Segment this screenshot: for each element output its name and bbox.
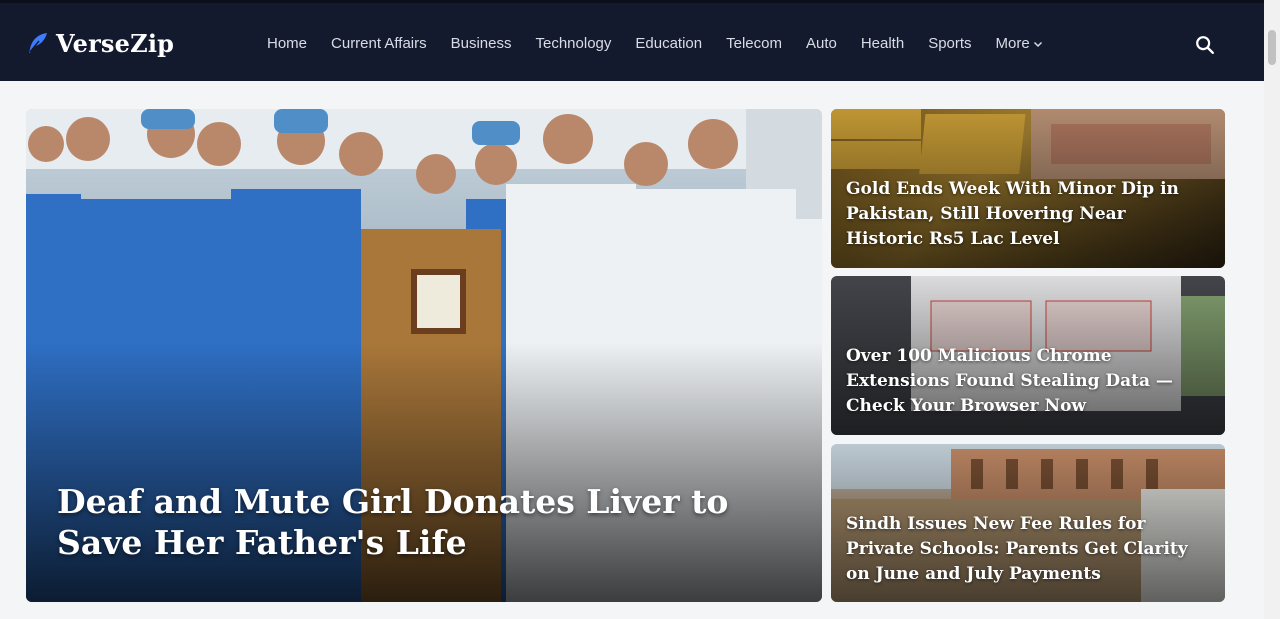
nav-more-label: More	[995, 35, 1030, 52]
side-story-title-gold[interactable]: Gold Ends Week With Minor Dip in Pakista…	[846, 177, 1197, 252]
side-story-card-gold[interactable]: Gold Ends Week With Minor Dip in Pakista…	[831, 109, 1225, 268]
side-story-card-chrome[interactable]: Over 100 Malicious Chrome Extensions Fou…	[831, 276, 1225, 435]
nav-item-business[interactable]: Business	[451, 35, 512, 52]
nav-item-education[interactable]: Education	[635, 35, 702, 52]
featured-story-card[interactable]: Deaf and Mute Girl Donates Liver to Save…	[26, 109, 822, 602]
scrollbar-thumb[interactable]	[1268, 30, 1276, 65]
page-scrollbar[interactable]	[1264, 0, 1280, 619]
side-story-card-sindh[interactable]: Sindh Issues New Fee Rules for Private S…	[831, 444, 1225, 602]
nav-item-technology[interactable]: Technology	[536, 35, 612, 52]
side-story-title-sindh[interactable]: Sindh Issues New Fee Rules for Private S…	[846, 512, 1197, 587]
feather-icon	[29, 33, 47, 53]
nav-item-sports[interactable]: Sports	[928, 35, 971, 52]
nav-item-more[interactable]: More	[996, 35, 1043, 52]
site-header: VerseZip Home Current Affairs Business T…	[0, 0, 1264, 81]
site-logo[interactable]: VerseZip	[26, 27, 174, 59]
featured-story-overlay	[26, 342, 822, 602]
side-story-title-chrome[interactable]: Over 100 Malicious Chrome Extensions Fou…	[846, 344, 1197, 419]
chevron-down-icon	[1033, 41, 1042, 47]
main-nav: Home Current Affairs Business Technology…	[267, 3, 1043, 84]
nav-item-telecom[interactable]: Telecom	[726, 35, 782, 52]
nav-item-health[interactable]: Health	[861, 35, 904, 52]
brand-name: VerseZip	[56, 28, 175, 58]
nav-item-auto[interactable]: Auto	[806, 35, 837, 52]
search-icon[interactable]	[1194, 34, 1216, 56]
featured-story-title[interactable]: Deaf and Mute Girl Donates Liver to Save…	[57, 481, 797, 563]
nav-item-current-affairs[interactable]: Current Affairs	[331, 35, 427, 52]
nav-item-home[interactable]: Home	[267, 35, 307, 52]
